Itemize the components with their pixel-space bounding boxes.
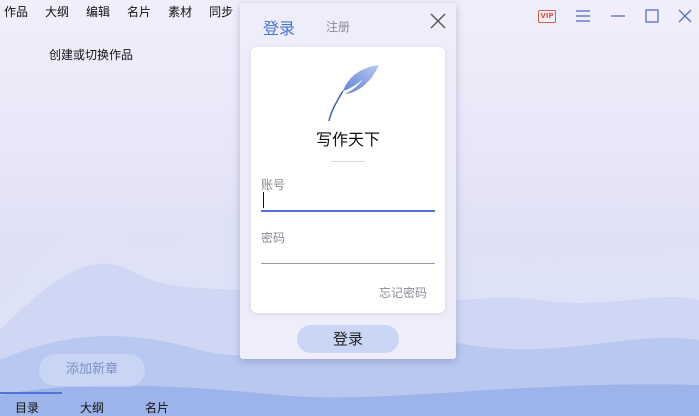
tab-login[interactable]: 登录 <box>263 15 295 39</box>
add-chapter-button[interactable]: 添加新章 <box>38 353 146 387</box>
close-icon[interactable] <box>677 8 693 24</box>
account-input[interactable] <box>261 189 435 211</box>
menu-card[interactable]: 名片 <box>123 0 151 24</box>
password-underline <box>261 263 435 264</box>
forgot-password-link[interactable]: 忘记密码 <box>379 284 427 301</box>
tab-card[interactable]: 名片 <box>145 399 169 416</box>
vip-icon[interactable]: VIP <box>538 10 556 23</box>
tab-catalog[interactable]: 目录 <box>15 399 39 416</box>
menu-edit[interactable]: 编辑 <box>82 0 110 24</box>
menu-icon[interactable] <box>575 8 591 24</box>
account-underline <box>261 210 435 212</box>
dialog-close-icon[interactable] <box>429 12 447 30</box>
text-caret <box>263 192 264 208</box>
login-button[interactable]: 登录 <box>297 325 399 353</box>
menu-material[interactable]: 素材 <box>164 0 192 24</box>
password-input[interactable] <box>261 241 435 263</box>
login-card: 写作天下 账号 密码 忘记密码 <box>251 47 445 313</box>
tab-outline[interactable]: 大纲 <box>80 399 104 416</box>
feather-logo-icon <box>328 65 379 122</box>
menu-bar: 作品 大纲 编辑 名片 素材 同步 <box>0 0 246 24</box>
menu-sync[interactable]: 同步 <box>205 0 233 24</box>
maximize-icon[interactable] <box>644 8 660 24</box>
menu-works[interactable]: 作品 <box>0 0 28 24</box>
menu-outline[interactable]: 大纲 <box>41 0 69 24</box>
active-tab-indicator <box>0 392 62 394</box>
minimize-icon[interactable] <box>610 8 626 24</box>
sidebar-bottom-tabs: 目录 大纲 名片 <box>0 392 240 416</box>
login-dialog: 登录 注册 写作天下 账号 密码 忘记密码 登录 <box>240 3 456 359</box>
switch-work-link[interactable]: 创建或切换作品 <box>49 46 133 63</box>
brand-name: 写作天下 <box>315 130 380 149</box>
tab-register[interactable]: 注册 <box>326 18 350 35</box>
brand-divider <box>331 161 365 162</box>
